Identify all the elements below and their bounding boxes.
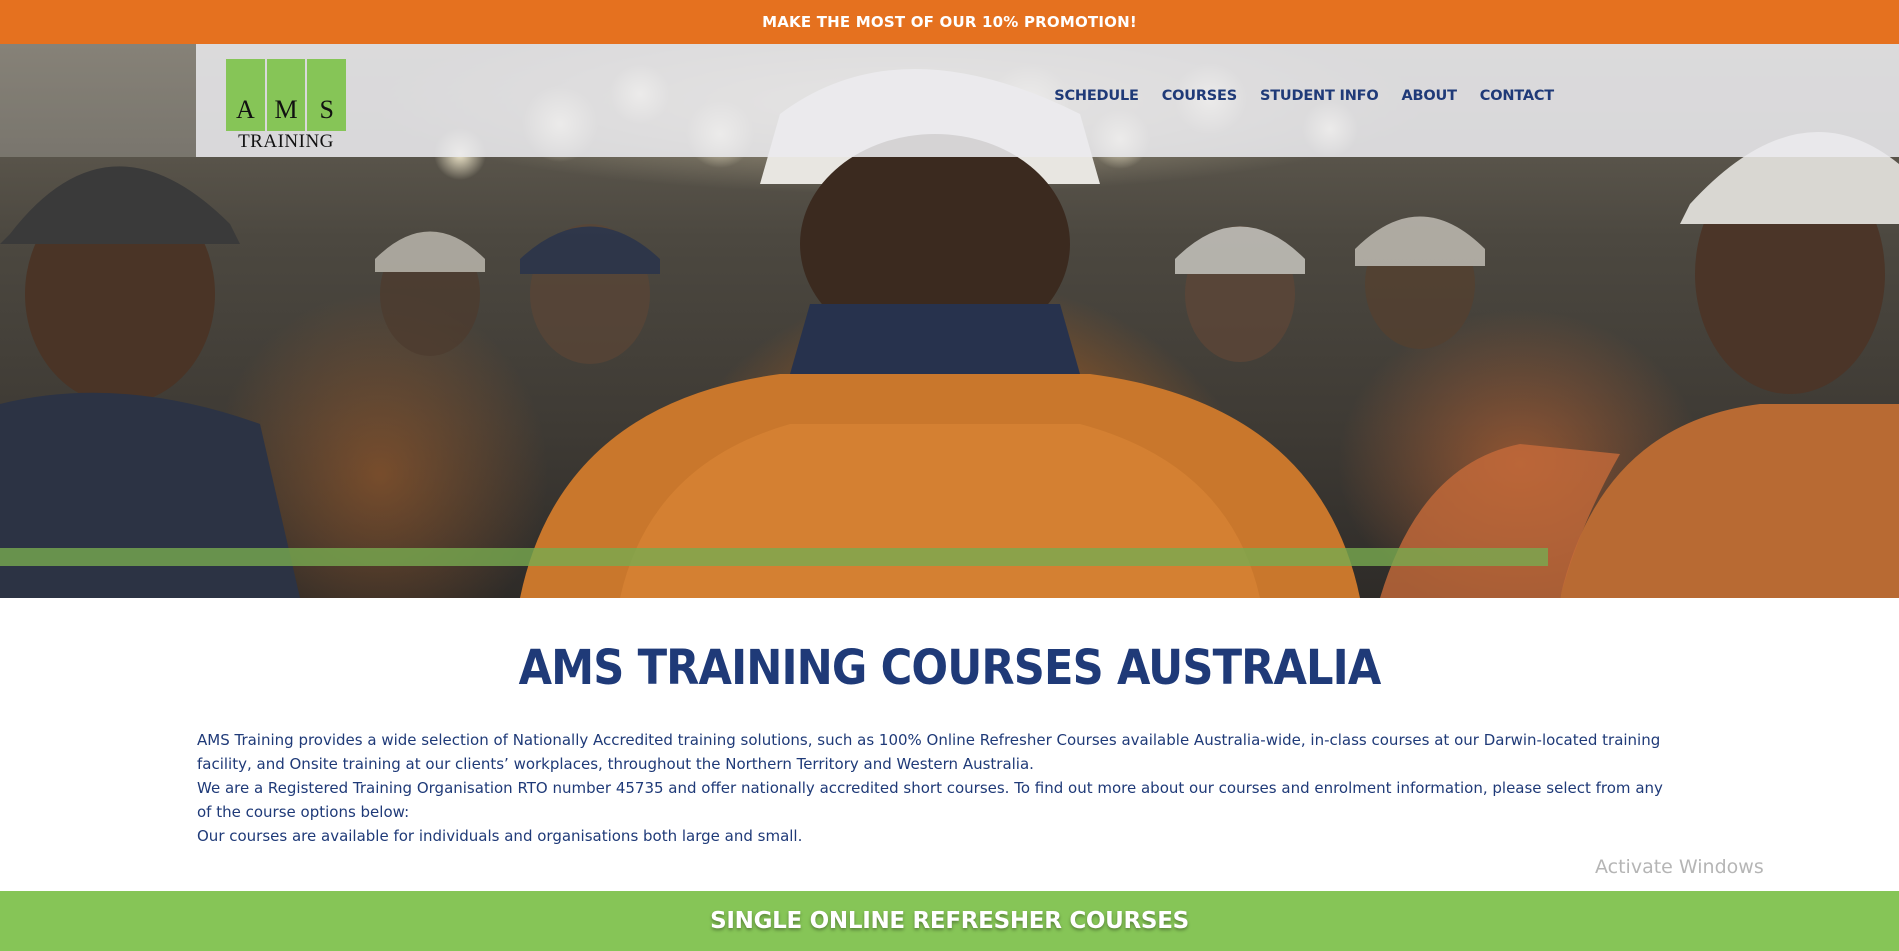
intro-paragraph: AMS Training provides a wide selection o… — [197, 731, 1661, 773]
nav-about[interactable]: ABOUT — [1402, 88, 1457, 104]
logo-letter-s: S — [307, 59, 347, 131]
intro-paragraph: Our courses are available for individual… — [197, 827, 803, 845]
logo-subtitle: TRAINING — [238, 131, 334, 152]
logo-letter-a: A — [226, 59, 265, 131]
nav-contact[interactable]: CONTACT — [1480, 88, 1554, 104]
section-header-bar: SINGLE ONLINE REFRESHER COURSES — [0, 891, 1899, 951]
header-left-strip — [0, 44, 196, 157]
intro-paragraph: We are a Registered Training Organisatio… — [197, 779, 1663, 821]
activate-windows-watermark: Activate Windows — [1595, 856, 1764, 878]
logo-tiles: A M S — [226, 59, 347, 131]
nav-schedule[interactable]: SCHEDULE — [1054, 88, 1139, 104]
nav-courses[interactable]: COURSES — [1162, 88, 1238, 104]
nav-student-info[interactable]: STUDENT INFO — [1260, 88, 1379, 104]
hero-accent-line — [0, 548, 1548, 566]
intro-text: AMS Training provides a wide selection o… — [197, 728, 1677, 848]
page-title: AMS TRAINING COURSES AUSTRALIA — [518, 640, 1382, 696]
main-navigation: SCHEDULE COURSES STUDENT INFO ABOUT CONT… — [1054, 88, 1554, 104]
site-header — [196, 44, 1899, 157]
logo-letter-m: M — [266, 59, 306, 131]
promo-bar[interactable]: MAKE THE MOST OF OUR 10% PROMOTION! — [0, 0, 1899, 44]
ams-training-logo[interactable]: A M S TRAINING — [226, 59, 347, 152]
section-heading: SINGLE ONLINE REFRESHER COURSES — [710, 908, 1189, 934]
promo-link[interactable]: MAKE THE MOST OF OUR 10% PROMOTION! — [762, 13, 1137, 31]
